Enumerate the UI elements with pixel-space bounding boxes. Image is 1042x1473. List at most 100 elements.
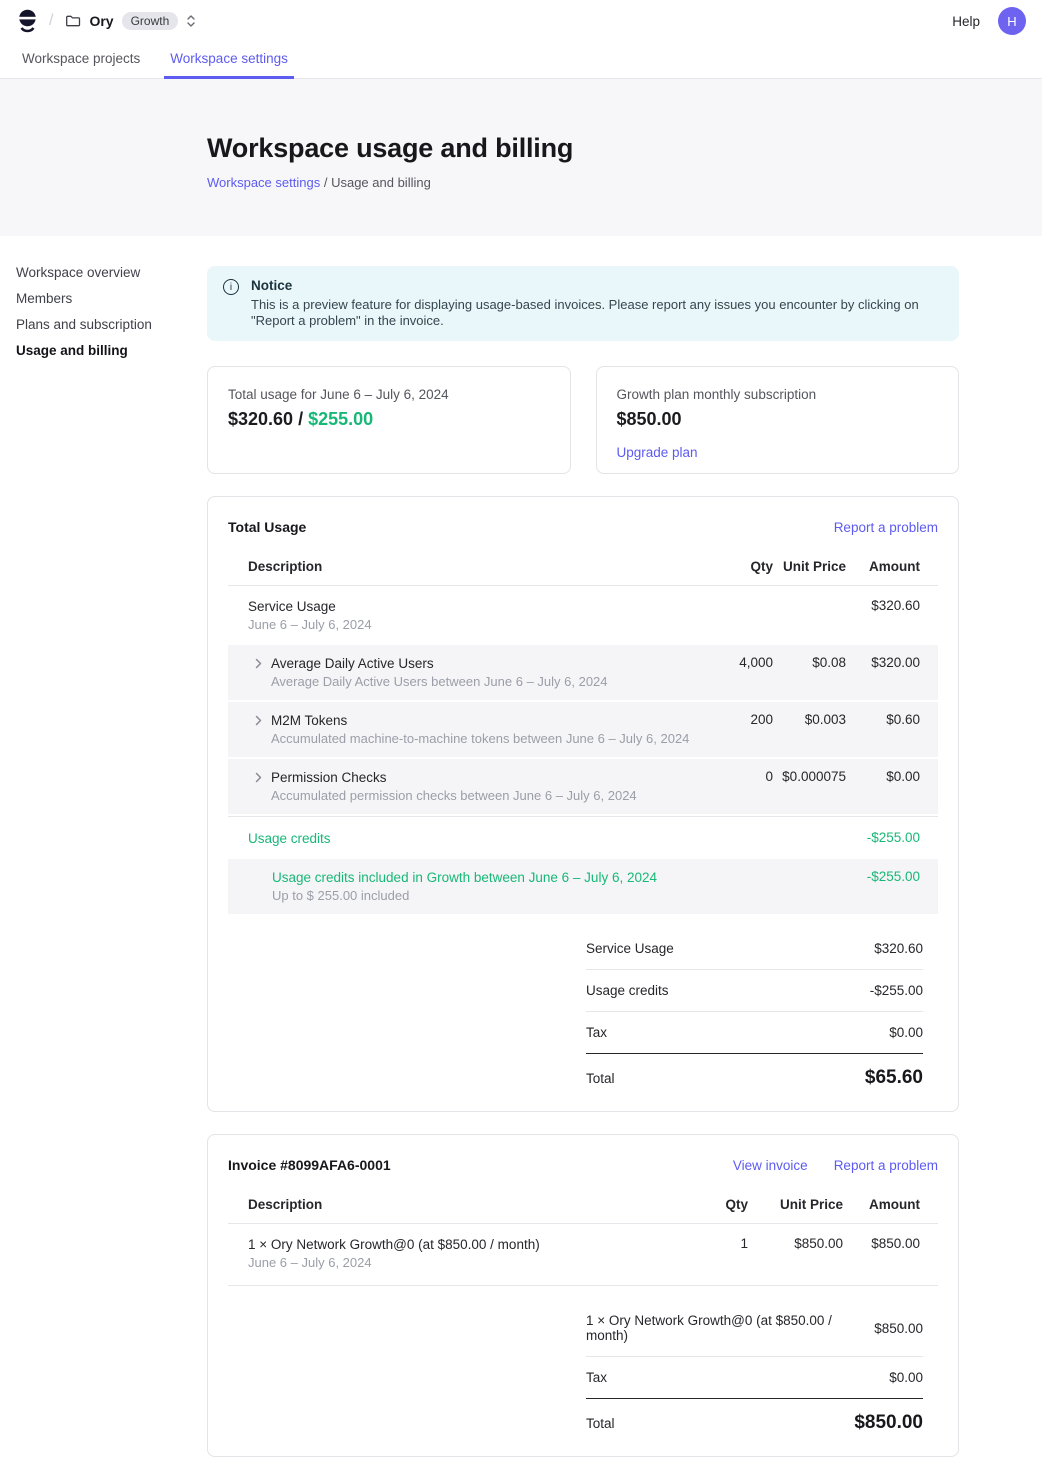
invoice-card: Invoice #8099AFA6-0001 View invoice Repo… — [207, 1134, 959, 1457]
usage-credits-detail-row: Usage credits included in Growth between… — [228, 859, 938, 914]
invoice-line-desc: 1 × Ory Network Growth@0 (at $850.00 / m… — [228, 1236, 668, 1271]
service-usage-period: June 6 – July 6, 2024 — [248, 617, 693, 633]
usage-summary: Service Usage $320.60 Usage credits -$25… — [586, 928, 923, 1091]
plan-amount: $850.00 — [617, 409, 939, 430]
notice-content: Notice This is a preview feature for dis… — [251, 278, 941, 329]
summary-row-tax: Tax $0.00 — [586, 1357, 923, 1399]
line-item-text: M2M Tokens Accumulated machine-to-machin… — [271, 712, 689, 747]
service-usage-amount: $320.60 — [846, 598, 938, 613]
line-item-text: Permission Checks Accumulated permission… — [271, 769, 637, 804]
line-item-subtitle: Accumulated machine-to-machine tokens be… — [271, 731, 689, 747]
invoice-summary: 1 × Ory Network Growth@0 (at $850.00 / m… — [586, 1300, 923, 1436]
total-usage-summary-card: Total usage for June 6 – July 6, 2024 $3… — [207, 366, 571, 474]
sidebar-item-members[interactable]: Members — [16, 292, 207, 306]
usage-period-label: Total usage for June 6 – July 6, 2024 — [228, 387, 550, 402]
column-amount: Amount — [843, 1197, 938, 1212]
column-unit-price: Unit Price — [773, 559, 846, 574]
breadcrumb-link-workspace-settings[interactable]: Workspace settings — [207, 175, 320, 190]
line-item-title: M2M Tokens — [271, 712, 689, 729]
line-item-amount: $0.00 — [846, 769, 938, 784]
invoice-line-row: 1 × Ory Network Growth@0 (at $850.00 / m… — [228, 1224, 938, 1286]
chevron-right-icon[interactable] — [255, 715, 262, 726]
info-icon: i — [223, 279, 239, 295]
page-title: Workspace usage and billing — [207, 133, 1042, 164]
report-problem-link[interactable]: Report a problem — [834, 520, 938, 535]
column-amount: Amount — [846, 559, 938, 574]
usage-line-item[interactable]: M2M Tokens Accumulated machine-to-machin… — [228, 702, 938, 757]
workspace-name: Ory — [89, 13, 113, 29]
sidebar-item-usage-and-billing[interactable]: Usage and billing — [16, 344, 207, 358]
credits-detail-amount: -$255.00 — [846, 869, 938, 884]
line-item-desc: Average Daily Active Users Average Daily… — [228, 655, 693, 690]
line-item-qty: 0 — [693, 769, 773, 784]
invoice-title: Invoice #8099AFA6-0001 — [228, 1157, 391, 1173]
main: i Notice This is a preview feature for d… — [207, 266, 959, 1473]
help-link[interactable]: Help — [952, 14, 980, 29]
line-item-unit-price: $0.000075 — [773, 769, 846, 784]
line-item-title: Average Daily Active Users — [271, 655, 608, 672]
total-usage-card: Total Usage Report a problem Description… — [207, 496, 959, 1112]
folder-icon — [65, 13, 81, 29]
service-usage-title: Service Usage — [248, 598, 693, 615]
tab-workspace-projects[interactable]: Workspace projects — [16, 42, 146, 78]
workspace-plan-badge: Growth — [122, 12, 179, 30]
usage-credits-desc: Usage credits — [228, 830, 693, 847]
column-qty: Qty — [668, 1197, 748, 1212]
credits-detail-title: Usage credits included in Growth between… — [272, 869, 693, 886]
report-problem-link[interactable]: Report a problem — [834, 1158, 938, 1173]
invoice-line-unit-price: $850.00 — [748, 1236, 843, 1251]
service-usage-row: Service Usage June 6 – July 6, 2024 $320… — [228, 586, 938, 645]
chevron-right-icon[interactable] — [255, 658, 262, 669]
chevron-right-icon[interactable] — [255, 772, 262, 783]
service-usage-desc: Service Usage June 6 – July 6, 2024 — [228, 598, 693, 633]
summary-label: Tax — [586, 1370, 607, 1385]
summary-value: -$255.00 — [870, 983, 923, 998]
summary-value: $850.00 — [874, 1321, 923, 1336]
usage-credits-title: Usage credits — [248, 830, 693, 847]
summary-row: Usage credits -$255.00 — [586, 970, 923, 1012]
total-value: $65.60 — [865, 1067, 923, 1089]
breadcrumb: Workspace settings / Usage and billing — [207, 175, 1042, 190]
summary-row: 1 × Ory Network Growth@0 (at $850.00 / m… — [586, 1300, 923, 1357]
total-label: Total — [586, 1071, 615, 1086]
settings-sidebar: Workspace overview Members Plans and sub… — [0, 266, 207, 1473]
topbar-left: / Ory Growth — [18, 9, 196, 34]
upgrade-plan-link[interactable]: Upgrade plan — [617, 445, 939, 460]
summary-value: $320.60 — [874, 941, 923, 956]
credits-detail-desc: Usage credits included in Growth between… — [228, 869, 693, 904]
invoice-line-period: June 6 – July 6, 2024 — [248, 1255, 668, 1271]
line-item-qty: 200 — [693, 712, 773, 727]
tabbar: Workspace projects Workspace settings — [0, 42, 1042, 79]
avatar[interactable]: H — [998, 7, 1026, 35]
invoice-line-qty: 1 — [668, 1236, 748, 1251]
notice-title: Notice — [251, 278, 941, 294]
usage-credits-row: Usage credits -$255.00 — [228, 816, 938, 859]
line-item-subtitle: Average Daily Active Users between June … — [271, 674, 608, 690]
line-item-qty: 4,000 — [693, 655, 773, 670]
line-item-unit-price: $0.08 — [773, 655, 846, 670]
usage-line-item[interactable]: Permission Checks Accumulated permission… — [228, 759, 938, 814]
usage-line-item[interactable]: Average Daily Active Users Average Daily… — [228, 645, 938, 700]
topbar-right: Help H — [952, 7, 1026, 35]
invoice-line-title: 1 × Ory Network Growth@0 (at $850.00 / m… — [248, 1236, 668, 1253]
summary-row: Service Usage $320.60 — [586, 928, 923, 970]
summary-label: Usage credits — [586, 983, 669, 998]
usage-amount-separator: / — [293, 409, 308, 429]
workspace-switcher[interactable]: Ory Growth — [65, 12, 196, 30]
tab-workspace-settings[interactable]: Workspace settings — [164, 42, 294, 78]
summary-label: Tax — [586, 1025, 607, 1040]
line-item-desc: M2M Tokens Accumulated machine-to-machin… — [228, 712, 693, 747]
summary-cards-row: Total usage for June 6 – July 6, 2024 $3… — [207, 366, 959, 474]
line-item-desc: Permission Checks Accumulated permission… — [228, 769, 693, 804]
invoice-links: View invoice Report a problem — [733, 1158, 938, 1173]
plan-label: Growth plan monthly subscription — [617, 387, 939, 402]
column-unit-price: Unit Price — [748, 1197, 843, 1212]
usage-table-header: Description Qty Unit Price Amount — [228, 549, 938, 586]
total-value: $850.00 — [854, 1412, 923, 1434]
breadcrumb-current: Usage and billing — [331, 175, 431, 190]
sidebar-item-plans-and-subscription[interactable]: Plans and subscription — [16, 318, 207, 332]
sidebar-item-workspace-overview[interactable]: Workspace overview — [16, 266, 207, 280]
ory-logo[interactable] — [18, 9, 37, 34]
column-description: Description — [228, 1197, 668, 1212]
view-invoice-link[interactable]: View invoice — [733, 1158, 808, 1173]
